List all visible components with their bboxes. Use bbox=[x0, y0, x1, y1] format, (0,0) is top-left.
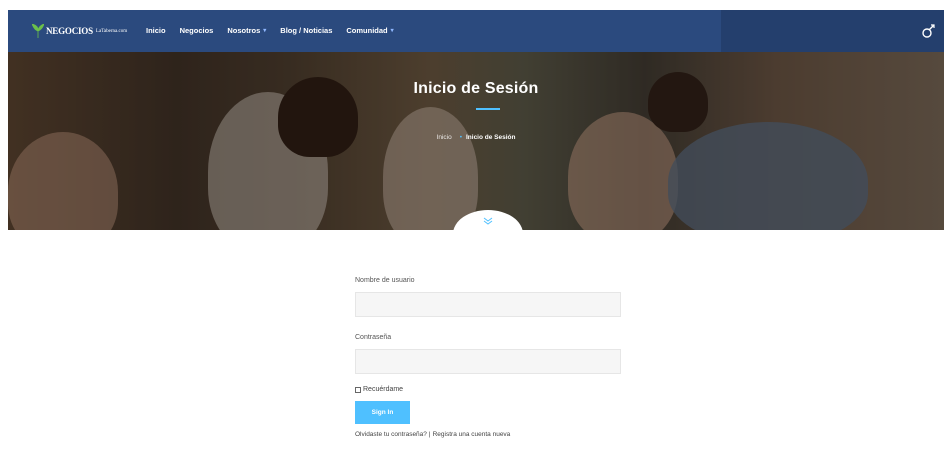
theme-toggle-icon[interactable] bbox=[922, 24, 936, 38]
nav-label: Inicio bbox=[146, 26, 166, 35]
nav-label: Nosotros bbox=[227, 26, 261, 35]
breadcrumb-separator: • bbox=[459, 134, 462, 141]
remember-me-row[interactable]: Recuérdame bbox=[355, 386, 623, 393]
nav-label: Negocios bbox=[179, 26, 214, 35]
chevron-down-icon: ▾ bbox=[263, 28, 267, 34]
chevron-down-icon[interactable] bbox=[483, 217, 493, 225]
breadcrumb-home-link[interactable]: Inicio bbox=[437, 134, 452, 141]
breadcrumb-current: Inicio de Sesión bbox=[465, 134, 516, 141]
main-nav: Inicio Negocios Nosotros ▾ Blog / Noticia… bbox=[146, 26, 394, 35]
breadcrumb: Inicio • Inicio de Sesión bbox=[8, 134, 944, 141]
leaf-logo-icon bbox=[32, 24, 44, 38]
logo-text: NEGOCIOS bbox=[46, 26, 93, 36]
remember-checkbox[interactable] bbox=[355, 386, 361, 393]
page-title: Inicio de Sesión bbox=[413, 80, 539, 97]
register-link[interactable]: Registra una cuenta nueva bbox=[433, 431, 511, 438]
password-label: Contraseña bbox=[355, 334, 392, 341]
nav-item-inicio[interactable]: Inicio bbox=[146, 26, 166, 35]
forgot-password-link[interactable]: Olvidaste tu contraseña? bbox=[355, 431, 427, 438]
logo-subtext: LaTaberna.com bbox=[95, 28, 128, 34]
hero-overlay bbox=[8, 52, 944, 230]
password-input[interactable] bbox=[355, 349, 621, 374]
login-form: Nombre de usuario Contraseña Recuérdame … bbox=[355, 277, 623, 438]
sign-in-button[interactable]: Sign In bbox=[355, 401, 410, 424]
nav-item-negocios[interactable]: Negocios bbox=[180, 26, 214, 35]
nav-item-blog[interactable]: Blog / Noticias bbox=[280, 26, 332, 35]
username-input[interactable] bbox=[355, 292, 621, 317]
hero-banner: Inicio de Sesión Inicio • Inicio de Sesión bbox=[8, 52, 944, 230]
nav-item-comunidad[interactable]: Comunidad ▾ bbox=[346, 26, 393, 35]
form-links: Olvidaste tu contraseña? | Registra una cu… bbox=[355, 431, 623, 438]
chevron-down-icon: ▾ bbox=[390, 28, 394, 34]
remember-label: Recuérdame bbox=[363, 386, 404, 393]
link-separator: | bbox=[428, 431, 431, 438]
nav-item-nosotros[interactable]: Nosotros ▾ bbox=[227, 26, 266, 35]
username-label: Nombre de usuario bbox=[355, 277, 415, 284]
nav-label: Comunidad bbox=[346, 26, 388, 35]
top-navigation-bar: NEGOCIOS LaTaberna.com Inicio Negocios N… bbox=[8, 10, 944, 52]
title-underline bbox=[476, 108, 500, 110]
nav-label: Blog / Noticias bbox=[280, 26, 333, 35]
site-logo[interactable]: NEGOCIOS LaTaberna.com bbox=[32, 23, 127, 39]
header-right-panel bbox=[721, 10, 944, 52]
